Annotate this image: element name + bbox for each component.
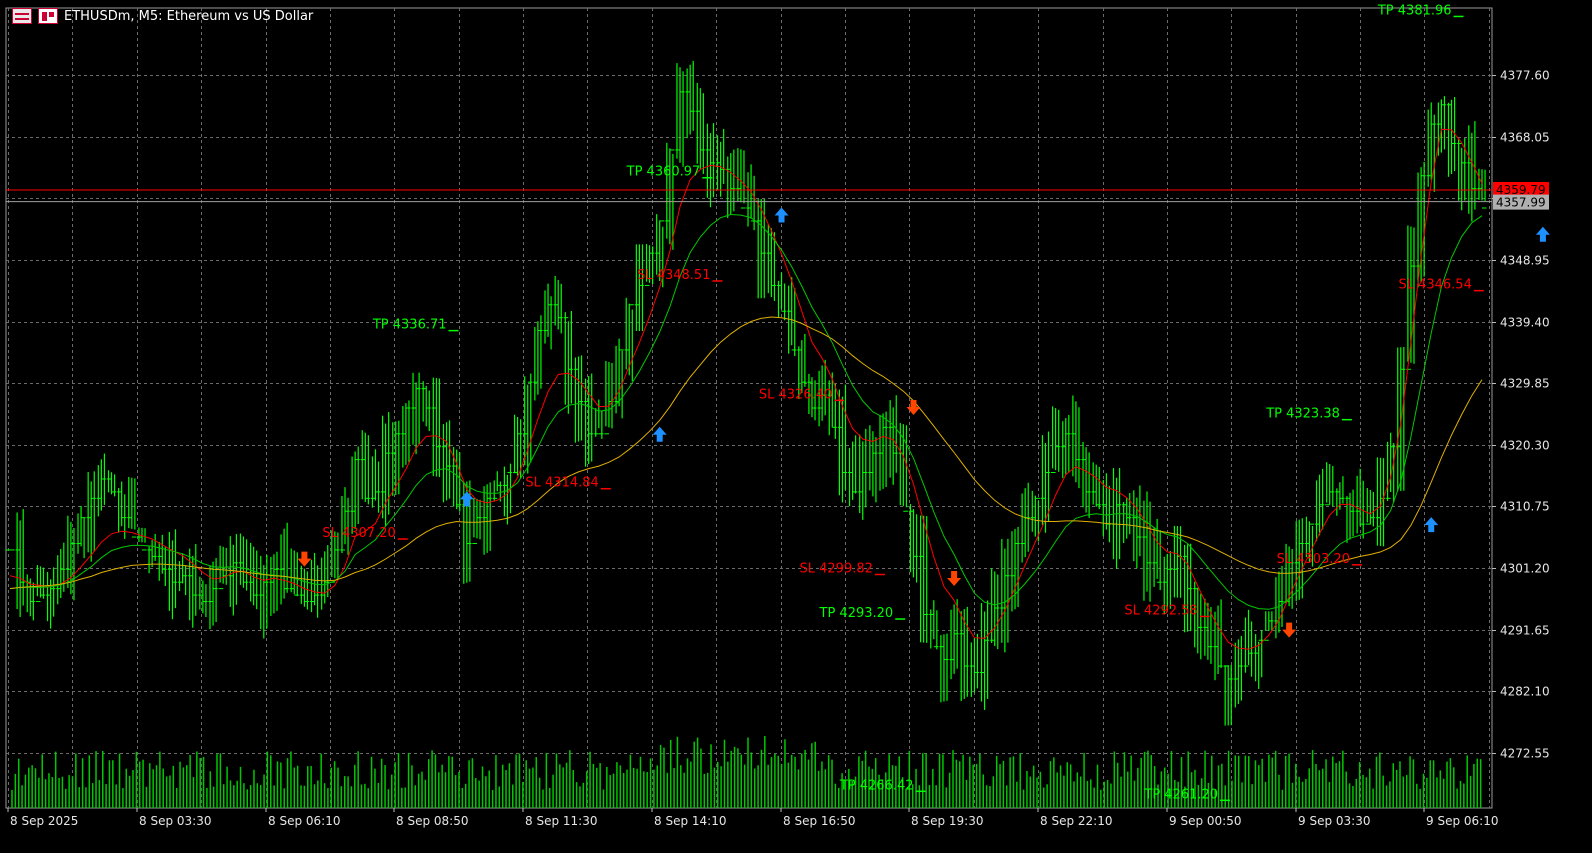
y-tick-label: 4310.75 [1500,500,1550,514]
sell-arrow-icon [947,570,962,586]
buy-arrow-icon [1424,517,1439,533]
stop-loss-label: SL 4326.40 [759,387,832,402]
chart-template-icon[interactable] [38,8,58,24]
x-tick-label: 8 Sep 14:10 [654,814,726,828]
chart-title-bar: ETHUSDm, M5: Ethereum vs US Dollar [12,8,313,24]
take-profit-label: TP 4381.96 [1377,3,1452,18]
x-tick-label: 8 Sep 08:50 [396,814,468,828]
y-tick-label: 4348.95 [1500,254,1550,268]
x-tick-label: 8 Sep 2025 [10,814,78,828]
stop-loss-label: SL 4299.82 [800,562,873,577]
take-profit-label: TP 4360.97 [626,165,701,180]
x-tick-label: 8 Sep 22:10 [1040,814,1112,828]
sell-arrow-icon [297,551,312,567]
sell-arrow-icon [906,400,921,415]
take-profit-label: TP 4336.71 [372,318,447,333]
stop-loss-label: SL 4303.20 [1277,552,1350,567]
x-tick-label: 8 Sep 11:30 [525,814,597,828]
stop-loss-label: SL 4346.54 [1398,278,1471,293]
x-tick-label: 9 Sep 03:30 [1298,814,1370,828]
sell-arrow-icon [1282,622,1297,638]
buy-arrow-icon [774,207,789,223]
buy-arrow-icon [459,491,474,507]
chart-svg[interactable]: 4377.604368.054358.504348.954339.404329.… [0,0,1592,849]
stop-loss-label: SL 4314.84 [525,476,598,491]
chart-title: ETHUSDm, M5: Ethereum vs US Dollar [64,8,314,24]
y-tick-label: 4291.65 [1500,624,1550,638]
y-tick-label: 4282.10 [1500,685,1550,699]
y-tick-label: 4368.05 [1500,131,1550,145]
x-tick-label: 8 Sep 16:50 [783,814,855,828]
table-grid-icon[interactable] [12,8,32,24]
stop-loss-label: SL 4348.51 [637,268,710,283]
y-tick-label: 4377.60 [1500,69,1550,83]
y-tick-label: 4339.40 [1500,316,1550,330]
take-profit-label: TP 4261.20 [1143,787,1218,802]
buy-arrow-icon [1535,226,1550,242]
take-profit-label: TP 4266.42 [839,778,914,793]
x-tick-label: 9 Sep 06:10 [1426,814,1498,828]
y-tick-label: 4320.30 [1500,439,1550,453]
y-tick-label: 4329.85 [1500,377,1550,391]
ask-price-label: 4357.99 [1496,196,1546,210]
take-profit-label: TP 4293.20 [819,606,894,621]
take-profit-label: TP 4323.38 [1265,407,1340,422]
stop-loss-label: SL 4292.58 [1124,603,1197,618]
x-tick-label: 8 Sep 19:30 [911,814,983,828]
x-tick-label: 9 Sep 00:50 [1169,814,1241,828]
buy-arrow-icon [652,426,667,442]
y-tick-label: 4301.20 [1500,562,1550,576]
stop-loss-label: SL 4307.20 [322,526,395,541]
x-tick-label: 8 Sep 03:30 [139,814,211,828]
y-tick-label: 4272.55 [1500,747,1550,761]
x-tick-label: 8 Sep 06:10 [268,814,340,828]
price-chart[interactable]: 4377.604368.054358.504348.954339.404329.… [0,0,1592,849]
